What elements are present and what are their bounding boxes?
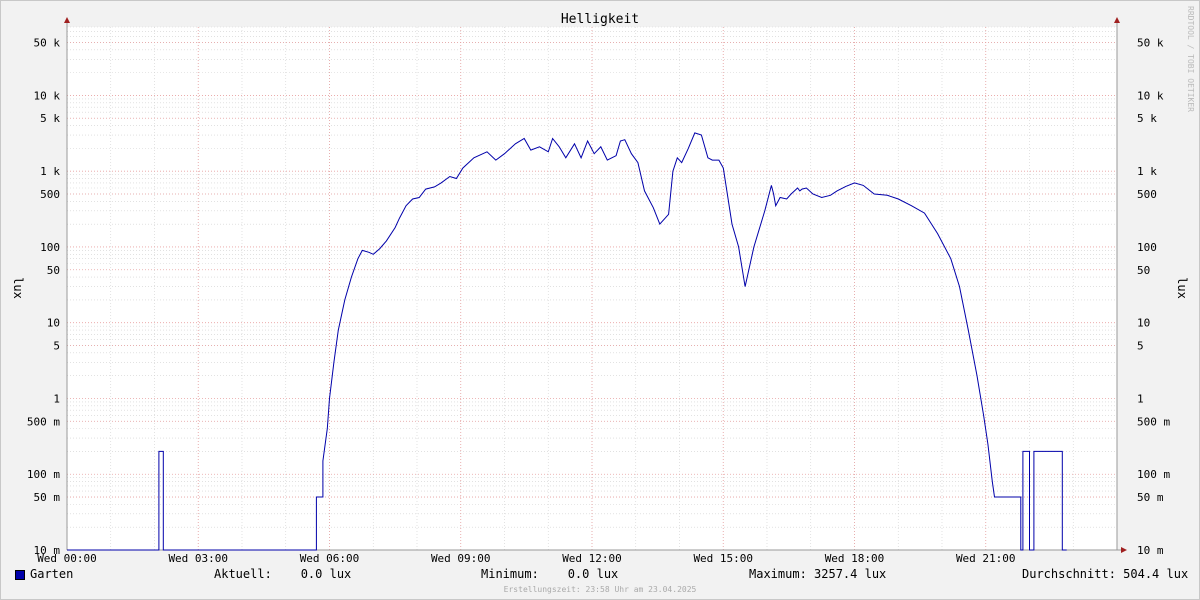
y-tick-label-left: 50 k (34, 36, 61, 49)
chart-title: Helligkeit (561, 12, 639, 27)
x-tick-label: Wed 15:00 (693, 552, 753, 565)
y-axis-label-left: lux (11, 277, 25, 299)
x-tick-label: Wed 18:00 (825, 552, 885, 565)
legend-maximum: Maximum: 3257.4 lux (749, 567, 887, 581)
y-tick-label-left: 10 k (34, 89, 61, 102)
y-tick-label-right: 50 m (1137, 491, 1164, 504)
y-axis-arrow-left (64, 17, 70, 23)
y-tick-label-right: 100 m (1137, 468, 1170, 481)
y-tick-label-right: 500 m (1137, 415, 1170, 428)
x-tick-label: Wed 21:00 (956, 552, 1016, 565)
y-tick-label-left: 100 m (27, 468, 60, 481)
y-tick-label-left: 5 (53, 340, 60, 353)
legend-current: Aktuell: 0.0 lux (214, 567, 352, 581)
y-tick-label-left: 500 (40, 188, 60, 201)
y-tick-label-left: 50 (47, 264, 60, 277)
y-axis-arrow-right (1114, 17, 1120, 23)
x-tick-label: Wed 09:00 (431, 552, 491, 565)
y-tick-label-left: 500 m (27, 415, 60, 428)
legend-average: Durchschnitt: 504.4 lux (1022, 567, 1189, 581)
y-tick-label-left: 5 k (40, 112, 60, 125)
creation-time-footer: Erstellungszeit: 23:58 Uhr am 23.04.2025 (503, 585, 697, 594)
y-tick-label-right: 50 (1137, 264, 1150, 277)
brightness-chart: Wed 00:00 Wed 03:00 Wed 06:00 Wed 09:00 Wed … (11, 12, 1189, 565)
y-tick-label-left: 1 k (40, 165, 60, 178)
y-tick-label-right: 10 (1137, 317, 1150, 330)
legend-swatch (15, 570, 25, 580)
y-tick-label-left: 1 (53, 392, 60, 405)
y-tick-label-right: 50 k (1137, 36, 1164, 49)
y-tick-label-right: 500 (1137, 188, 1157, 201)
y-tick-label-left: 10 m (34, 544, 61, 557)
y-tick-label-left: 50 m (34, 491, 61, 504)
y-tick-label-right: 1 k (1137, 165, 1157, 178)
y-tick-label-right: 5 (1137, 340, 1144, 353)
x-tick-label: Wed 12:00 (562, 552, 622, 565)
x-axis-arrow (1121, 547, 1127, 553)
legend-minimum: Minimum: 0.0 lux (481, 567, 619, 581)
rrdtool-watermark: RRDTOOL / TOBI OETIKER (1186, 6, 1195, 112)
y-tick-label-right: 1 (1137, 392, 1144, 405)
y-tick-label-right: 100 (1137, 241, 1157, 254)
y-tick-label-left: 10 (47, 317, 60, 330)
y-tick-label-right: 5 k (1137, 112, 1157, 125)
y-tick-label-left: 100 (40, 241, 60, 254)
legend-series-name: Garten (30, 567, 74, 581)
y-tick-label-right: 10 k (1137, 89, 1164, 102)
y-axis-label-right: lux (1175, 277, 1189, 299)
x-tick-label: Wed 06:00 (300, 552, 360, 565)
x-tick-label: Wed 03:00 (168, 552, 228, 565)
y-tick-label-right: 10 m (1137, 544, 1164, 557)
